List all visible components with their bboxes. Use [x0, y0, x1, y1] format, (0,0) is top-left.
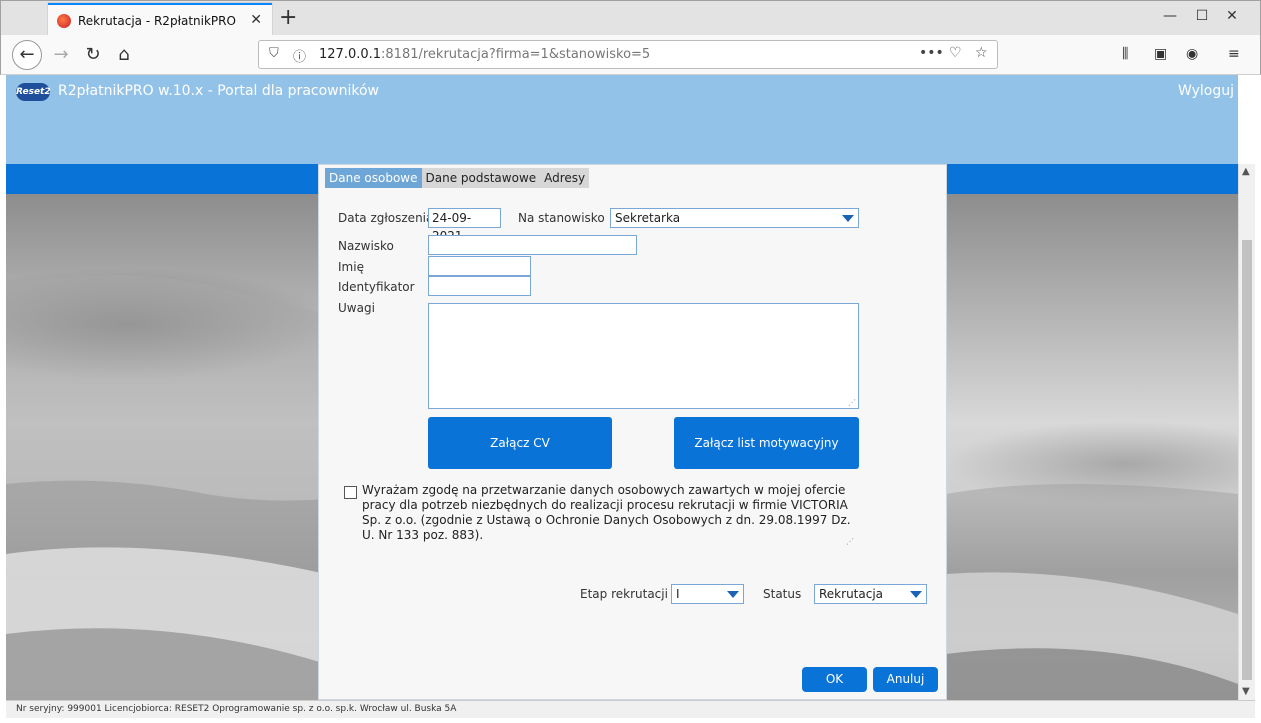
bookmark-star-icon[interactable]: ☆	[975, 45, 988, 61]
back-button[interactable]: ←	[12, 40, 42, 70]
identifier-input[interactable]	[428, 276, 531, 296]
info-icon[interactable]: ⓘ	[293, 46, 306, 65]
sidebar-icon[interactable]: ▣	[1154, 46, 1167, 62]
dialog-tabs: Dane osobowe Dane podstawowe Adresy	[325, 168, 590, 188]
tab-dane-osobowe[interactable]: Dane osobowe	[325, 168, 422, 188]
date-input[interactable]: 24-09-2021	[428, 208, 501, 243]
scroll-down-icon[interactable]: ▼	[1242, 686, 1250, 697]
attach-letter-button[interactable]: Załącz list motywacyjny	[674, 417, 859, 469]
chevron-down-icon	[842, 215, 854, 222]
menu-icon[interactable]: ≡	[1228, 46, 1240, 62]
chevron-down-icon	[910, 591, 922, 598]
status-label: Status	[763, 587, 802, 601]
home-button[interactable]: ⌂	[109, 40, 139, 70]
tab-adresy[interactable]: Adresy	[540, 168, 589, 188]
shield-icon[interactable]: ⛉	[269, 46, 279, 61]
browser-navbar: ← → ↻ ⌂ ⛉ ⓘ 127.0.0.1:8181/rekrutacja?fi…	[0, 35, 1261, 75]
browser-titlebar: Rekrutacja - R2płatnikPRO ✕ + — ☐ ✕	[0, 0, 1261, 36]
position-label: Na stanowisko	[518, 211, 605, 225]
reset2-logo: Reset2	[16, 83, 51, 101]
tab-title: Rekrutacja - R2płatnikPRO	[78, 14, 236, 28]
scroll-up-icon[interactable]: ▲	[1242, 166, 1250, 177]
ok-button[interactable]: OK	[802, 667, 867, 692]
name-label: Imię	[338, 260, 364, 274]
url-bar[interactable]: ⛉ ⓘ 127.0.0.1:8181/rekrutacja?firma=1&st…	[258, 40, 998, 69]
page-content: Reset2 R2płatnikPRO w.10.x - Portal dla …	[6, 75, 1238, 700]
resize-handle-icon[interactable]: ⋰	[848, 398, 856, 407]
consent-text: Wyrażam zgodę na przetwarzanie danych os…	[362, 483, 856, 551]
consent-resize-icon[interactable]: ⋰	[846, 534, 854, 549]
position-value: Sekretarka	[615, 211, 681, 225]
account-icon[interactable]: ◉	[1186, 46, 1198, 62]
stage-value: I	[676, 587, 680, 601]
notes-textarea[interactable]: ⋰	[428, 303, 859, 409]
app-title: R2płatnikPRO w.10.x - Portal dla pracown…	[58, 83, 379, 99]
favicon-icon	[57, 14, 71, 28]
date-label: Data zgłoszenia	[338, 211, 434, 225]
stage-label: Etap rekrutacji	[580, 587, 668, 601]
page-scrollbar[interactable]: ▲ ▼	[1238, 164, 1255, 700]
chevron-down-icon	[727, 591, 739, 598]
reload-button[interactable]: ↻	[78, 40, 108, 70]
surname-label: Nazwisko	[338, 239, 394, 253]
identifier-label: Identyfikator	[338, 280, 415, 294]
consent-checkbox[interactable]	[344, 486, 357, 499]
page-actions-icon[interactable]: •••	[919, 45, 944, 61]
stage-select[interactable]: I	[671, 584, 744, 604]
name-input[interactable]	[428, 256, 531, 276]
pocket-icon[interactable]: ♡	[949, 45, 962, 61]
recruitment-dialog: Dane osobowe Dane podstawowe Adresy Data…	[318, 164, 947, 700]
logout-link[interactable]: Wyloguj	[1178, 83, 1234, 99]
new-tab-button[interactable]: +	[279, 5, 297, 30]
tab-dane-podstawowe[interactable]: Dane podstawowe	[422, 168, 541, 188]
forward-button[interactable]: →	[46, 40, 76, 70]
status-value: Rekrutacja	[819, 587, 884, 601]
close-window-button[interactable]: ✕	[1212, 5, 1252, 27]
cancel-button[interactable]: Anuluj	[873, 667, 938, 692]
browser-tab[interactable]: Rekrutacja - R2płatnikPRO ✕	[48, 3, 272, 36]
status-select[interactable]: Rekrutacja	[814, 584, 927, 604]
scrollbar-thumb[interactable]	[1242, 240, 1252, 680]
attach-cv-button[interactable]: Załącz CV	[428, 417, 612, 469]
tab-close-icon[interactable]: ✕	[250, 12, 262, 28]
status-bar: Nr seryjny: 999001 Licencjobiorca: RESET…	[6, 700, 1255, 718]
surname-input[interactable]	[428, 235, 637, 255]
notes-label: Uwagi	[338, 301, 375, 315]
position-select[interactable]: Sekretarka	[610, 208, 859, 228]
url-text[interactable]: 127.0.0.1:8181/rekrutacja?firma=1&stanow…	[319, 47, 650, 62]
app-header: Reset2 R2płatnikPRO w.10.x - Portal dla …	[6, 75, 1238, 164]
library-icon[interactable]: ⫼	[1122, 46, 1128, 62]
